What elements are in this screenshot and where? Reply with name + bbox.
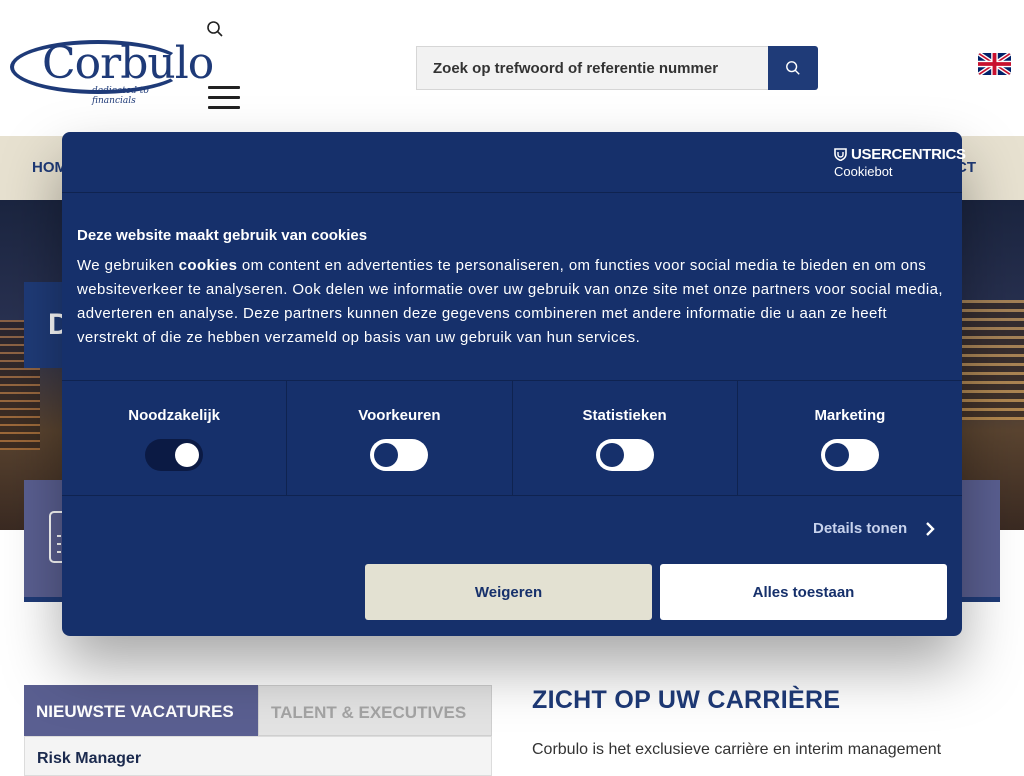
category-necessary: Noodzakelijk: [62, 381, 286, 495]
preferences-toggle[interactable]: [370, 439, 429, 471]
corbulo-logo[interactable]: Corbulo dedicated to financials: [10, 36, 214, 106]
cookie-description: We gebruiken cookies om content en adver…: [77, 254, 947, 350]
details-link[interactable]: Details tonen: [813, 520, 907, 537]
chevron-right-icon[interactable]: [924, 520, 936, 538]
category-marketing: Marketing: [736, 381, 962, 495]
vacancy-list: Risk Manager: [24, 736, 492, 776]
logo-tagline: dedicated to financials: [92, 86, 149, 106]
hero-title-panel: D: [24, 282, 70, 368]
search-icon: [786, 61, 800, 75]
tab-newest-vacancies[interactable]: NIEUWSTE VACATURES: [24, 685, 258, 736]
search-icon[interactable]: [206, 20, 224, 38]
category-label: Statistieken: [582, 407, 667, 424]
category-label: Marketing: [814, 407, 886, 424]
cookie-dialog-header: USERCENTRICS Cookiebot: [62, 132, 966, 193]
statistics-toggle[interactable]: [595, 439, 654, 471]
category-preferences: Voorkeuren: [286, 381, 511, 495]
vacancy-title[interactable]: Risk Manager: [37, 750, 141, 768]
search-button[interactable]: [768, 46, 818, 90]
cookies-link[interactable]: cookies: [179, 257, 238, 274]
category-label: Voorkeuren: [358, 407, 441, 424]
category-statistics: Statistieken: [511, 381, 737, 495]
logo-wordmark: Corbulo: [42, 38, 214, 89]
shield-icon: [834, 148, 847, 161]
cookie-categories: Noodzakelijk Voorkeuren Statistieken Mar…: [62, 380, 962, 496]
site-header: Corbulo dedicated to financials: [0, 0, 1024, 136]
marketing-toggle[interactable]: [820, 439, 879, 471]
menu-hamburger-icon[interactable]: [208, 86, 240, 110]
search-input[interactable]: [416, 46, 768, 90]
deny-button[interactable]: Weigeren: [365, 564, 652, 620]
career-intro-text: Corbulo is het exclusieve carrière en in…: [532, 741, 942, 758]
allow-all-button[interactable]: Alles toestaan: [660, 564, 947, 620]
career-heading: ZICHT OP UW CARRIÈRE: [532, 686, 841, 714]
usercentrics-logo: USERCENTRICS Cookiebot: [834, 146, 966, 180]
tab-talent-executives[interactable]: TALENT & EXECUTIVES: [258, 685, 492, 736]
necessary-toggle[interactable]: [145, 439, 204, 471]
cookiebot-wordmark: Cookiebot: [834, 164, 893, 179]
hero-building-lights: [960, 300, 1024, 420]
cookie-description-prefix: We gebruiken: [77, 257, 179, 274]
cookie-heading: Deze website maakt gebruik van cookies: [77, 227, 368, 244]
uk-flag-icon[interactable]: [978, 53, 1011, 75]
usercentrics-wordmark: USERCENTRICS: [851, 146, 966, 163]
cookie-consent-dialog: USERCENTRICS Cookiebot Deze website maak…: [62, 132, 966, 636]
search-form: [416, 46, 818, 90]
category-label: Noodzakelijk: [128, 407, 220, 424]
